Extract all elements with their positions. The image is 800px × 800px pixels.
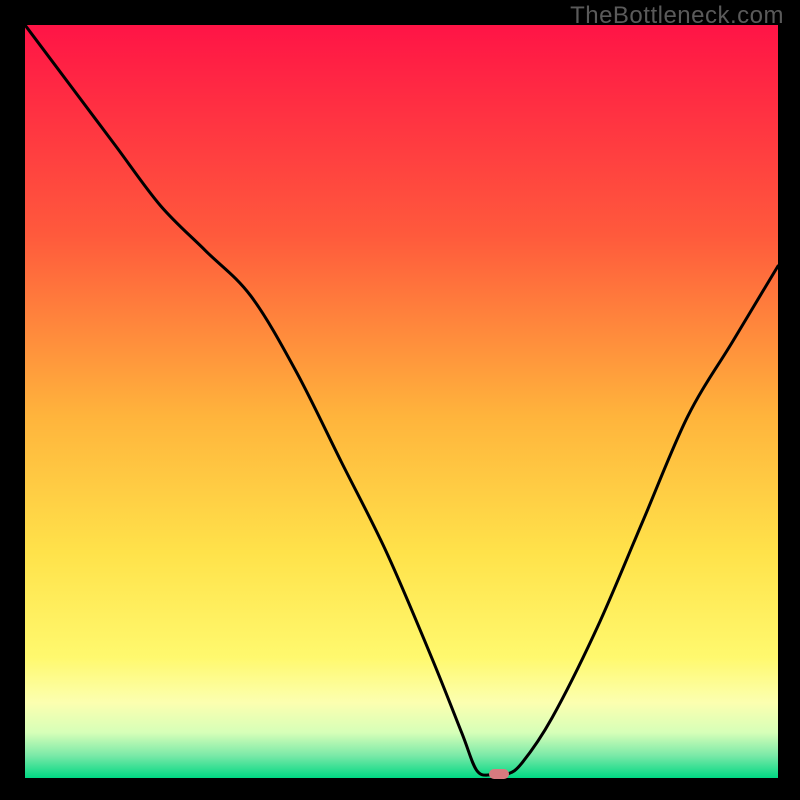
optimal-point-marker bbox=[489, 769, 509, 779]
plot-area bbox=[25, 25, 778, 778]
chart-frame: TheBottleneck.com bbox=[0, 0, 800, 800]
chart-svg bbox=[25, 25, 778, 778]
gradient-background bbox=[25, 25, 778, 778]
watermark-text: TheBottleneck.com bbox=[570, 2, 784, 30]
